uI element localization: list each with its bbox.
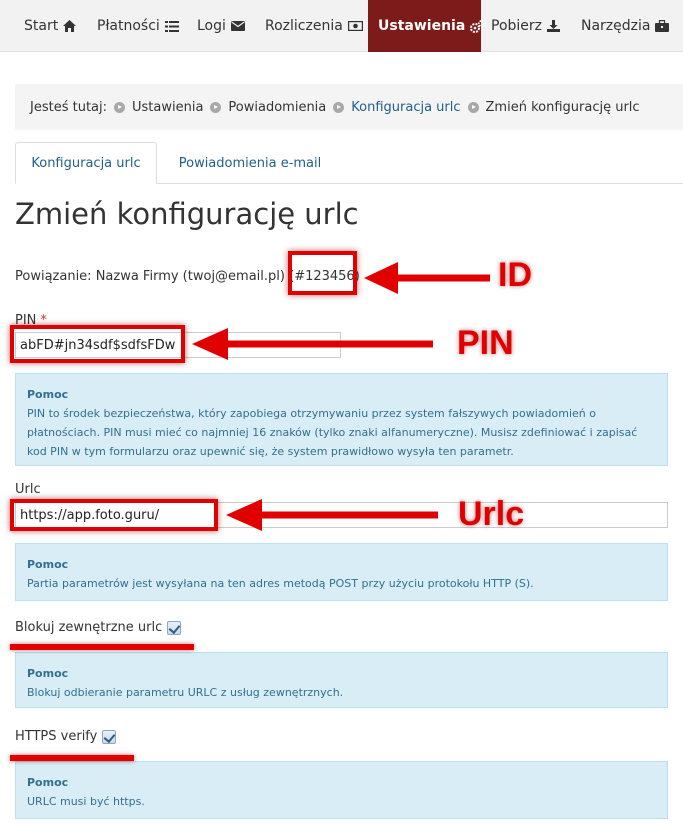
- pin-annotation-label: PIN: [457, 324, 514, 362]
- nav-item-platnosci[interactable]: Płatności: [97, 0, 179, 52]
- block-external-help: Pomoc Blokuj odbieranie parametru URLC z…: [15, 652, 668, 708]
- nav-item-start[interactable]: Start: [24, 0, 77, 52]
- nav-item-label: Ustawienia: [378, 18, 466, 34]
- breadcrumb-item-konfiguracja-urlc[interactable]: Konfiguracja urlc: [351, 100, 460, 115]
- https-verify-help: Pomoc URLC musi być https.: [15, 761, 668, 819]
- chevron-right-icon: [333, 101, 345, 113]
- https-verify-checkbox[interactable]: [102, 729, 117, 744]
- urlc-annotation-label: Urlc: [458, 495, 525, 533]
- nav-item-rozliczenia[interactable]: Rozliczenia: [265, 0, 363, 52]
- id-annotation-label: ID: [498, 256, 532, 294]
- breadcrumb-item-current: Zmień konfigurację urlc: [485, 99, 640, 115]
- top-navigation: Start Płatności Logi Rozliczenia Ustawie…: [0, 0, 683, 52]
- nav-item-label: Start: [24, 18, 59, 34]
- chevron-right-icon: [467, 101, 479, 113]
- urlc-highlight-box: [10, 499, 218, 531]
- nav-item-pobierz[interactable]: Pobierz: [491, 0, 561, 52]
- list-icon: [164, 20, 179, 32]
- breadcrumb-item-ustawienia[interactable]: Ustawienia: [132, 100, 203, 115]
- tab-powiadomienia-email[interactable]: Powiadomienia e-mail: [175, 142, 325, 184]
- urlc-label: Urlc: [15, 482, 41, 497]
- https-verify-row: HTTPS verify: [15, 729, 117, 744]
- nav-item-label: Logi: [197, 18, 226, 34]
- chevron-right-icon: [114, 101, 125, 113]
- help-title: Pomoc: [27, 667, 69, 680]
- https-verify-underline: [10, 755, 134, 761]
- pin-help: Pomoc PIN to środek bezpieczeństwa, któr…: [15, 373, 668, 466]
- urlc-arrow-icon: [226, 499, 438, 531]
- tab-konfiguracja-urlc[interactable]: Konfiguracja urlc: [15, 142, 157, 184]
- home-icon: [63, 20, 77, 32]
- nav-item-narzedzia[interactable]: Narzędzia: [581, 0, 670, 52]
- chevron-right-icon: [210, 101, 222, 113]
- help-text: URLC musi być https.: [27, 795, 145, 808]
- help-text: Blokuj odbieranie parametru URLC z usług…: [27, 686, 344, 699]
- breadcrumb: Jesteś tutaj: Ustawienia Powiadomienia K…: [15, 84, 683, 130]
- help-title: Pomoc: [27, 388, 69, 401]
- id-arrow-icon: [364, 262, 490, 294]
- block-external-underline: [10, 644, 194, 650]
- help-text: PIN to środek bezpieczeństwa, który zapo…: [27, 407, 638, 458]
- envelope-icon: [230, 21, 245, 31]
- block-external-row: Blokuj zewnętrzne urlc: [15, 620, 182, 635]
- cogs-icon: [470, 19, 486, 33]
- urlc-help: Pomoc Partia parametrów jest wysyłana na…: [15, 543, 668, 601]
- briefcase-icon: [655, 20, 670, 32]
- association-prefix: Powiązanie: Nazwa Firmy (twoj@email.pl) …: [15, 269, 295, 284]
- nav-item-label: Rozliczenia: [265, 18, 343, 34]
- pin-highlight-box: [10, 325, 185, 363]
- id-highlight-box: [288, 251, 357, 295]
- help-text: Partia parametrów jest wysyłana na ten a…: [27, 577, 534, 590]
- download-icon: [547, 20, 561, 32]
- help-title: Pomoc: [27, 776, 69, 789]
- nav-item-logi[interactable]: Logi: [197, 0, 245, 52]
- nav-item-label: Płatności: [97, 18, 160, 34]
- breadcrumb-item-powiadomienia[interactable]: Powiadomienia: [228, 100, 326, 115]
- block-external-checkbox[interactable]: [167, 620, 182, 635]
- pin-arrow-icon: [192, 328, 433, 360]
- page-title: Zmień konfigurację urlc: [15, 197, 359, 231]
- money-icon: [347, 21, 363, 31]
- https-verify-label: HTTPS verify: [15, 729, 98, 744]
- breadcrumb-prefix: Jesteś tutaj:: [30, 99, 107, 115]
- nav-item-label: Pobierz: [491, 18, 543, 34]
- nav-item-label: Narzędzia: [581, 18, 651, 34]
- tab-bar: Konfiguracja urlc Powiadomienia e-mail: [15, 142, 683, 184]
- help-title: Pomoc: [27, 558, 69, 571]
- nav-item-ustawienia[interactable]: Ustawienia: [368, 0, 486, 52]
- block-external-label: Blokuj zewnętrzne urlc: [15, 620, 163, 635]
